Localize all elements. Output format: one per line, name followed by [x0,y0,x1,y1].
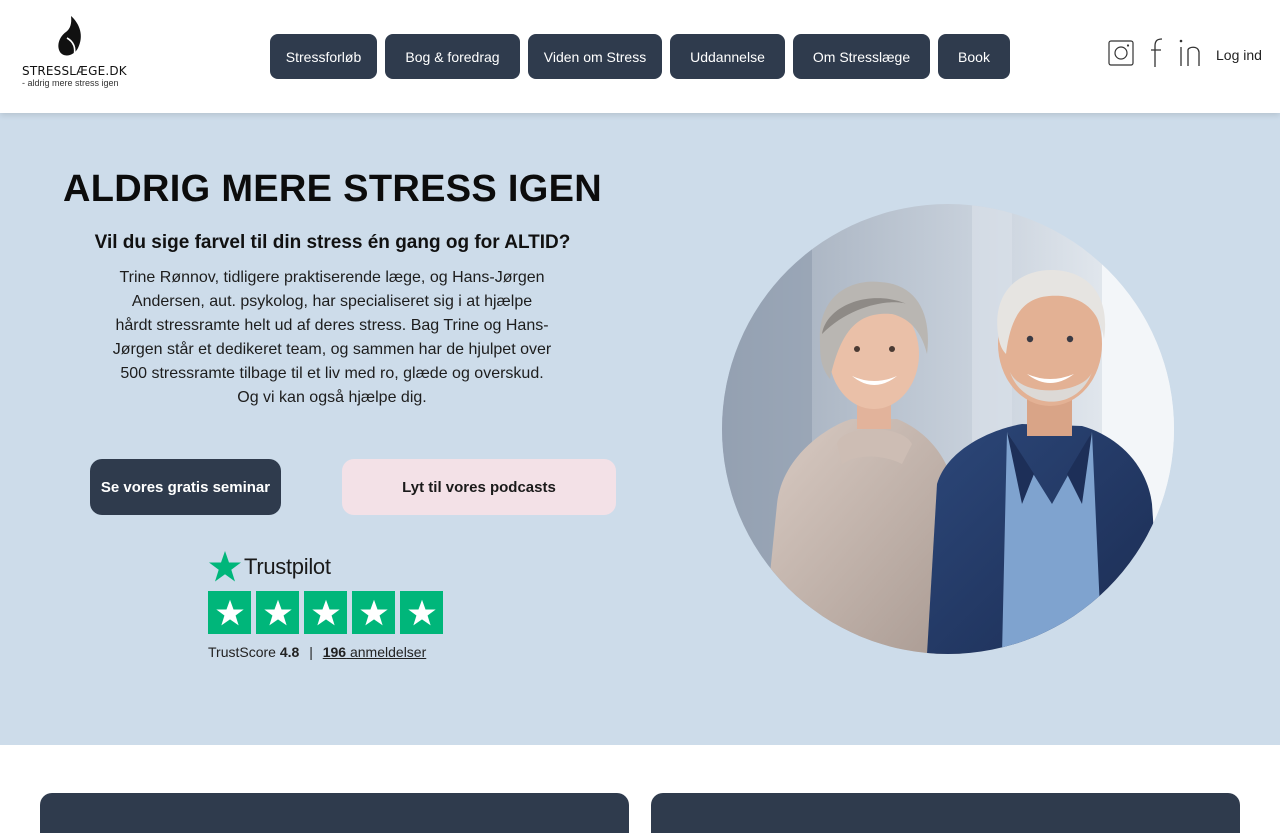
free-seminar-button[interactable]: Se vores gratis seminar [90,459,281,515]
nav-item-om-stresslaege[interactable]: Om Stresslæge [793,34,930,79]
trustpilot-logo: Trustpilot [208,550,331,584]
trustpilot-score-line: TrustScore 4.8 | 196 anmeldelser [208,644,426,660]
trustpilot-star-icon [209,551,241,582]
trustpilot-brand: Trustpilot [244,554,331,579]
linkedin-icon[interactable] [1176,38,1204,68]
trustpilot-widget[interactable]: Trustpilot TrustScore 4.8 | 196 anmeldel… [208,550,448,665]
review-count: 196 [322,644,347,660]
trustscore-label: TrustScore [208,644,276,660]
review-label: anmeldelser [349,644,427,660]
content-card-right [651,793,1240,833]
trustscore-separator: | [309,644,313,660]
nav-item-uddannelse[interactable]: Uddannelse [670,34,785,79]
hero-body-text: Trine Rønnov, tidligere praktiserende læ… [112,269,552,406]
star-icon [304,591,347,634]
podcasts-button[interactable]: Lyt til vores podcasts [342,459,616,515]
leaf-logo-icon [58,16,81,57]
nav-item-stressforloeb[interactable]: Stressforløb [270,34,377,79]
trustpilot-rating-stars [208,591,443,634]
reviews-link[interactable]: 196 anmeldelser [323,644,427,660]
hero-section: ALDRIG MERE STRESS IGEN Vil du sige farv… [0,113,1280,745]
trustscore-value: 4.8 [279,644,300,660]
nav-item-bog-foredrag[interactable]: Bog & foredrag [385,34,520,79]
site-logo[interactable]: STRESSLÆGE.DK - aldrig mere stress igen [22,14,127,92]
logo-tagline: - aldrig mere stress igen [22,78,119,88]
hero-subtitle: Vil du sige farvel til din stress én gan… [94,232,571,253]
founders-photo [722,204,1174,654]
instagram-icon[interactable] [1107,38,1135,68]
star-icon [400,591,443,634]
site-header: STRESSLÆGE.DK - aldrig mere stress igen … [0,0,1280,113]
hero-title: ALDRIG MERE STRESS IGEN [63,168,602,210]
logo-text: STRESSLÆGE.DK [22,64,127,78]
login-link[interactable]: Log ind [1216,47,1262,63]
main-nav: Stressforløb Bog & foredrag Viden om Str… [270,34,1010,79]
facebook-icon[interactable] [1143,38,1171,68]
nav-item-viden-om-stress[interactable]: Viden om Stress [528,34,662,79]
content-card-left [40,793,629,833]
star-icon [208,591,251,634]
star-icon [256,591,299,634]
nav-item-book[interactable]: Book [938,34,1010,79]
star-icon [352,591,395,634]
